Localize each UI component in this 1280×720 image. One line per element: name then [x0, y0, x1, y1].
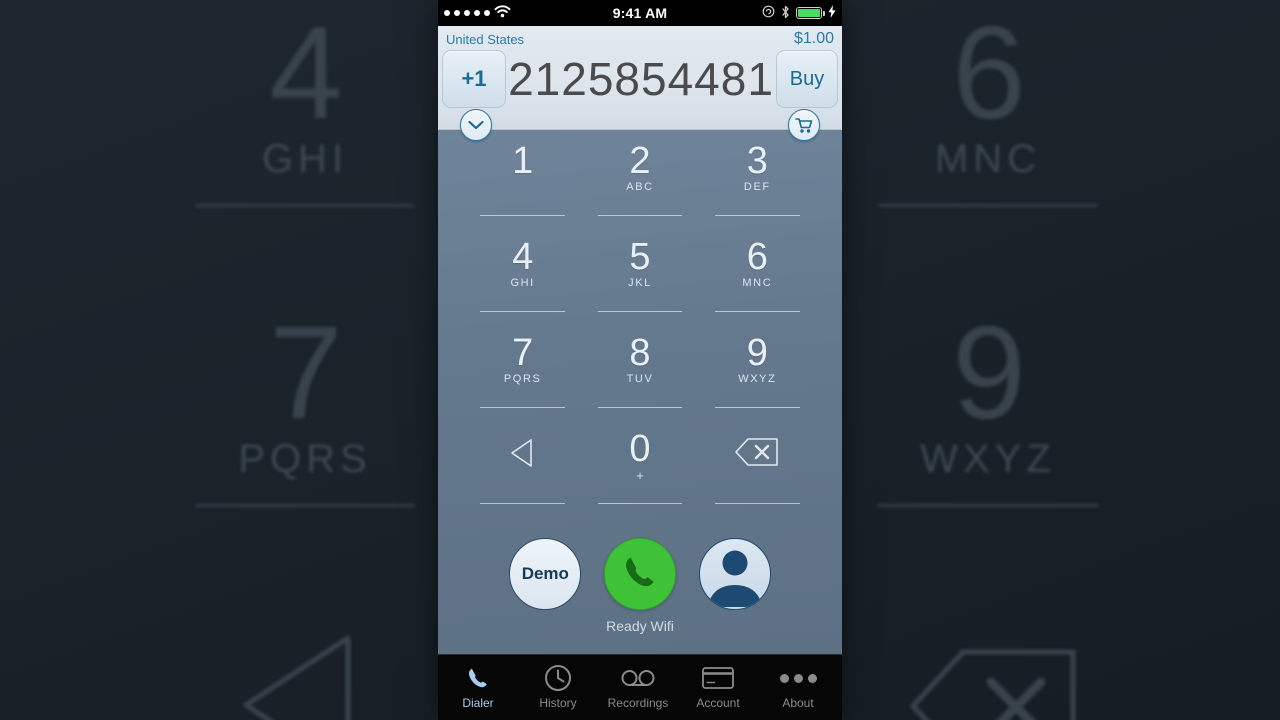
- backdrop-rule: [195, 204, 415, 208]
- entry-row: +1 2125854481 Buy: [438, 48, 842, 110]
- key-separator: [597, 215, 683, 216]
- contacts-button[interactable]: [698, 538, 771, 610]
- backdrop-backspace-icon: [905, 640, 1085, 720]
- key-3[interactable]: 3 DEF: [699, 140, 816, 236]
- country-label[interactable]: United States: [446, 32, 524, 47]
- tab-history[interactable]: History: [518, 663, 598, 710]
- key-separator: [480, 503, 565, 504]
- phone-handset-icon: [620, 552, 660, 597]
- status-bar-clock: 9:41 AM: [612, 5, 668, 21]
- keypad-row-1: 1 2 ABC 3 DEF: [464, 140, 816, 236]
- number-entry-bar: United States $1.00 +1 2125854481 Buy: [438, 26, 842, 141]
- buy-button[interactable]: Buy: [776, 50, 838, 108]
- tab-account[interactable]: Account: [678, 663, 758, 710]
- key-separator: [597, 311, 683, 312]
- clock-icon: [544, 663, 572, 693]
- key-separator: [715, 215, 800, 216]
- key-separator: [715, 503, 800, 504]
- tab-about[interactable]: About: [758, 663, 838, 710]
- tab-dialer[interactable]: Dialer: [438, 663, 518, 710]
- status-bar-right: [716, 5, 836, 22]
- key-separator: [715, 407, 800, 408]
- lightning-bolt-icon: [828, 5, 836, 21]
- shopping-cart-icon[interactable]: [788, 109, 820, 141]
- phone-number-display[interactable]: 2125854481: [506, 52, 776, 106]
- keypad-row-4: 0 +: [464, 428, 816, 524]
- bluetooth-icon: [781, 5, 790, 22]
- ellipsis-icon: [779, 663, 817, 693]
- chevron-down-icon[interactable]: [460, 109, 492, 141]
- bottom-tab-bar: Dialer History Recordings Account About: [438, 654, 842, 720]
- key-backspace[interactable]: [699, 428, 816, 524]
- key-separator: [480, 311, 565, 312]
- keypad-row-2: 4 GHI 5 JKL 6 MNC: [464, 236, 816, 332]
- buy-button-label: Buy: [789, 67, 825, 90]
- backdrop-rule: [195, 504, 415, 508]
- connection-status-label: Ready Wifi: [606, 618, 674, 634]
- entry-header: United States $1.00: [438, 26, 842, 48]
- call-button[interactable]: [603, 538, 676, 610]
- battery-icon: [796, 7, 825, 19]
- status-bar-left: [444, 5, 564, 21]
- key-6[interactable]: 6 MNC: [699, 236, 816, 332]
- rotation-lock-icon: [762, 5, 775, 21]
- phone-screen: 9:41 AM United States $1.00 +1 212585448…: [438, 0, 842, 720]
- key-separator: [715, 311, 800, 312]
- dial-keypad: 1 2 ABC 3 DEF 4 GHI 5 JKL 6 MNC 7 PQRS 8…: [438, 130, 842, 654]
- key-play-left[interactable]: [464, 428, 581, 524]
- voicemail-icon: [621, 663, 655, 693]
- backdrop-rule: [878, 504, 1098, 508]
- backdrop-key-7: 7 PQRS: [195, 306, 415, 508]
- phone-handset-icon: [465, 663, 491, 693]
- contact-avatar-icon: [700, 539, 770, 609]
- credit-card-icon: [702, 663, 734, 693]
- key-separator: [480, 407, 565, 408]
- key-4[interactable]: 4 GHI: [464, 236, 581, 332]
- key-5[interactable]: 5 JKL: [581, 236, 698, 332]
- status-bar: 9:41 AM: [438, 0, 842, 26]
- backdrop-play-left-triangle-icon: [230, 630, 390, 720]
- key-9[interactable]: 9 WXYZ: [699, 332, 816, 428]
- balance-amount[interactable]: $1.00: [794, 30, 834, 48]
- country-code-label: +1: [461, 66, 487, 91]
- key-2[interactable]: 2 ABC: [581, 140, 698, 236]
- tab-recordings-label: Recordings: [607, 696, 669, 710]
- key-separator: [597, 407, 683, 408]
- backdrop-key-6: 6 MNC: [878, 6, 1098, 208]
- action-buttons-row: Demo: [464, 524, 816, 610]
- keypad-row-3: 7 PQRS 8 TUV 9 WXYZ: [464, 332, 816, 428]
- play-left-triangle-icon: [506, 436, 540, 475]
- key-0[interactable]: 0 +: [581, 428, 698, 524]
- key-separator: [597, 503, 683, 504]
- key-separator: [480, 215, 565, 216]
- backdrop-key-9: 9 WXYZ: [878, 306, 1098, 508]
- key-1[interactable]: 1: [464, 140, 581, 236]
- signal-strength-dots-icon: [444, 10, 490, 16]
- key-7[interactable]: 7 PQRS: [464, 332, 581, 428]
- tab-dialer-label: Dialer: [462, 696, 494, 710]
- country-code-button[interactable]: +1: [442, 50, 506, 108]
- backdrop-rule: [878, 204, 1098, 208]
- screen: 4 GHI 6 MNC 7 PQRS 9 WXYZ 9:41 AM United…: [0, 0, 1280, 720]
- demo-button-label: Demo: [521, 564, 569, 583]
- tab-about-label: About: [782, 696, 814, 710]
- demo-button[interactable]: Demo: [509, 538, 582, 610]
- tab-account-label: Account: [696, 696, 740, 710]
- tab-history-label: History: [539, 696, 577, 710]
- tab-recordings[interactable]: Recordings: [598, 663, 678, 710]
- backdrop-key-4: 4 GHI: [195, 6, 415, 208]
- key-8[interactable]: 8 TUV: [581, 332, 698, 428]
- backspace-icon: [734, 436, 780, 473]
- wifi-icon: [494, 5, 511, 21]
